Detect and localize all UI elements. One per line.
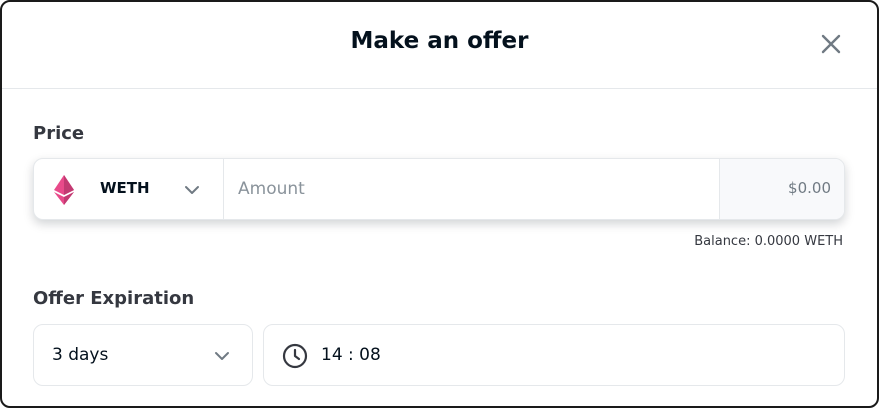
offer-expiration-label: Offer Expiration [33,288,195,309]
currency-label: WETH [100,179,150,197]
chevron-down-icon [215,352,229,360]
modal-header: Make an offer [2,2,877,89]
expiration-time-input[interactable]: 14 : 08 [263,324,845,386]
price-label: Price [33,123,85,144]
chevron-down-icon [185,186,199,194]
close-icon [821,34,841,54]
ethereum-icon [54,175,74,205]
make-offer-modal: Make an offer Price WETH $0.00 Balance: … [0,0,879,408]
duration-value: 3 days [52,345,109,365]
amount-input[interactable] [224,159,719,219]
modal-title: Make an offer [350,28,529,54]
expiration-duration-select[interactable]: 3 days [33,324,253,386]
usd-value-box: $0.00 [719,159,844,219]
usd-value: $0.00 [788,179,831,197]
close-button[interactable] [820,33,842,55]
balance-text: Balance: 0.0000 WETH [694,234,843,249]
clock-icon [282,343,308,369]
currency-select[interactable]: WETH [34,159,224,219]
time-value: 14 : 08 [321,345,381,365]
price-input-group: WETH $0.00 [33,158,845,220]
